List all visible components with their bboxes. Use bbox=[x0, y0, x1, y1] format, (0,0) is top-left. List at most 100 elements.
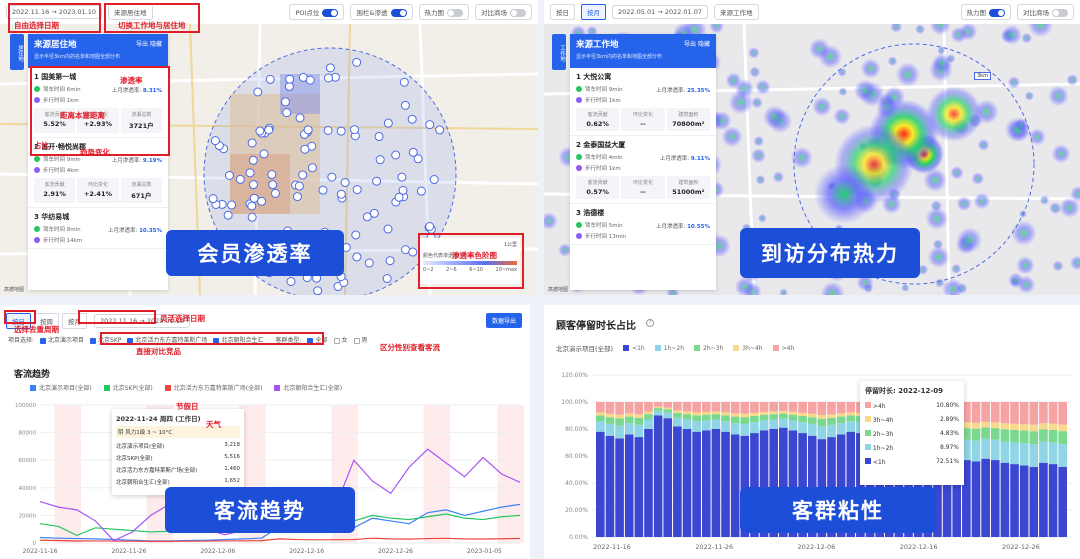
bar-segment bbox=[701, 420, 711, 431]
stat-label: 环比变化 bbox=[87, 182, 108, 188]
heat-blob bbox=[1017, 275, 1036, 294]
heat-blob bbox=[901, 283, 910, 292]
stat: 建筑面积 51000m² bbox=[666, 176, 710, 199]
toggle-fence[interactable]: 围栏&渗透 bbox=[350, 4, 413, 20]
map-pin-icon bbox=[247, 212, 257, 222]
x-tick-label: 2022-11-26 bbox=[111, 548, 146, 555]
list-item[interactable]: 1 大悦公寓 驾车时间 9min 步行时间 1km 上月渗透率: 25.35% … bbox=[570, 68, 716, 136]
bar-segment bbox=[846, 412, 856, 416]
toggle-label: 热力图 bbox=[966, 9, 987, 17]
stat-label: 环比变化 bbox=[632, 112, 653, 118]
stat-label: 客流贡献 bbox=[44, 182, 65, 188]
side-tab[interactable]: 居住地 bbox=[10, 34, 24, 70]
bar-segment bbox=[750, 412, 759, 416]
feature-label: 会员渗透率 bbox=[166, 230, 344, 276]
hide-button[interactable]: 隐藏 bbox=[698, 41, 710, 48]
bar-segment bbox=[971, 428, 981, 441]
map-pin-icon bbox=[227, 200, 237, 210]
tooltip-row: 3h~4h 2.89% bbox=[865, 416, 959, 424]
stat-value: +2.41% bbox=[83, 190, 112, 198]
walk-time: 步行时间 14km bbox=[43, 238, 83, 244]
list-item[interactable]: 3 浩德楼 驾车时间 5min 步行时间 13min 上月渗透率: 10.55% bbox=[570, 204, 716, 245]
heat-blob bbox=[860, 58, 881, 79]
x-tick-label: 2022-12-06 bbox=[200, 548, 235, 555]
map-pin-icon bbox=[223, 210, 233, 220]
tooltip-head: 2022-11-24 周四 (工作日) bbox=[116, 415, 201, 423]
map-pin-icon bbox=[267, 170, 277, 180]
bar-segment bbox=[971, 461, 981, 537]
toggle-switch bbox=[447, 9, 463, 17]
anno-text: 切换工作地与居住地 bbox=[118, 21, 186, 30]
bar-segment bbox=[605, 413, 615, 418]
heat-blob bbox=[895, 62, 921, 87]
tab-month[interactable]: 按月 bbox=[581, 4, 606, 20]
hide-button[interactable]: 隐藏 bbox=[150, 41, 162, 48]
bar-segment bbox=[1039, 423, 1048, 430]
heat-blob bbox=[762, 105, 787, 129]
bar-segment bbox=[721, 412, 730, 416]
drive-time: 驾车时间 8min bbox=[43, 227, 81, 233]
bar-segment bbox=[682, 419, 692, 429]
heat-blob bbox=[1015, 255, 1035, 275]
heat-blob bbox=[890, 24, 903, 33]
tooltip-row-name: 北京SKP(全部) bbox=[116, 456, 153, 462]
drive-time: 驾车时间 9min bbox=[43, 157, 81, 163]
heat-blob bbox=[779, 288, 788, 295]
penetration: 上月渗透率: 10.35% bbox=[108, 226, 162, 234]
stat-value: 70800m² bbox=[672, 120, 705, 128]
anno-text: 渗透率 bbox=[120, 76, 143, 85]
toggle-heatmap[interactable]: 热力图 bbox=[418, 4, 469, 20]
tab-day[interactable]: 按日 bbox=[550, 4, 575, 20]
heat-blob bbox=[755, 174, 766, 185]
bar-segment bbox=[1000, 423, 1010, 430]
y-tick-label: 80.00% bbox=[565, 426, 588, 433]
heat-blob bbox=[1007, 76, 1021, 89]
bar-segment bbox=[673, 410, 682, 413]
bar-segment bbox=[1000, 441, 1010, 463]
bar-segment bbox=[1039, 402, 1048, 424]
toggle-compare[interactable]: 对比商场 bbox=[1017, 4, 1074, 20]
bar-segment bbox=[981, 421, 990, 428]
bar-segment bbox=[1048, 442, 1058, 465]
item-name: 1 大悦公寓 bbox=[576, 73, 612, 81]
tooltip-row: 1h~2h 8.97% bbox=[865, 444, 959, 452]
x-tick-label: 2022-12-06 bbox=[798, 543, 836, 551]
source-select[interactable]: 来源工作地 bbox=[714, 4, 759, 20]
heat-blob bbox=[1066, 73, 1079, 86]
export-button[interactable]: 导出 bbox=[684, 41, 696, 48]
heat-blob bbox=[1069, 255, 1080, 271]
bar-segment bbox=[653, 410, 663, 416]
bar-segment bbox=[779, 402, 788, 411]
map-pin-icon bbox=[323, 125, 333, 135]
heat-blob bbox=[1021, 32, 1033, 44]
stat: 渗漏总数 671户 bbox=[120, 178, 162, 203]
bar-segment bbox=[711, 419, 721, 429]
map-pin-icon bbox=[336, 189, 346, 199]
toggle-compare[interactable]: 对比商场 bbox=[475, 4, 532, 20]
list-item[interactable]: 2 金泰国益大厦 驾车时间 4min 步行时间 1km 上月渗透率: 9.11%… bbox=[570, 136, 716, 204]
map-pin-icon bbox=[351, 230, 361, 240]
bar-segment bbox=[971, 440, 981, 462]
heat-blob bbox=[812, 96, 832, 117]
q3-panel: 按日 按周 按月 2022.11.16 → 2023.01.10 数据导出 项目… bbox=[0, 305, 530, 559]
penetration: 上月渗透率: 25.35% bbox=[656, 86, 710, 94]
anno-text: 趋势变化 bbox=[80, 148, 110, 157]
map-pin-icon bbox=[425, 221, 435, 231]
map-pin-icon bbox=[352, 185, 362, 195]
toggle-poi[interactable]: POI点位 bbox=[289, 4, 345, 20]
bar-segment bbox=[663, 402, 673, 408]
bar-segment bbox=[673, 426, 682, 537]
toggle-heatmap[interactable]: 热力图 bbox=[960, 4, 1011, 20]
map-pin-icon bbox=[325, 63, 335, 73]
bar-segment bbox=[836, 402, 846, 414]
bar-segment bbox=[730, 413, 740, 417]
map-pin-icon bbox=[259, 149, 269, 159]
side-tab[interactable]: 工作地 bbox=[552, 34, 566, 70]
list-item[interactable]: 3 华纺易城 驾车时间 8min 步行时间 14km 上月渗透率: 10.35% bbox=[28, 208, 168, 249]
heat-blob bbox=[929, 24, 951, 36]
export-button[interactable]: 导出 bbox=[136, 41, 148, 48]
heat-blob bbox=[749, 66, 761, 78]
bar-segment bbox=[1000, 462, 1010, 537]
date-range-picker[interactable]: 2022.05.01 → 2022.01.07 bbox=[612, 5, 709, 19]
heat-blob bbox=[971, 172, 985, 185]
